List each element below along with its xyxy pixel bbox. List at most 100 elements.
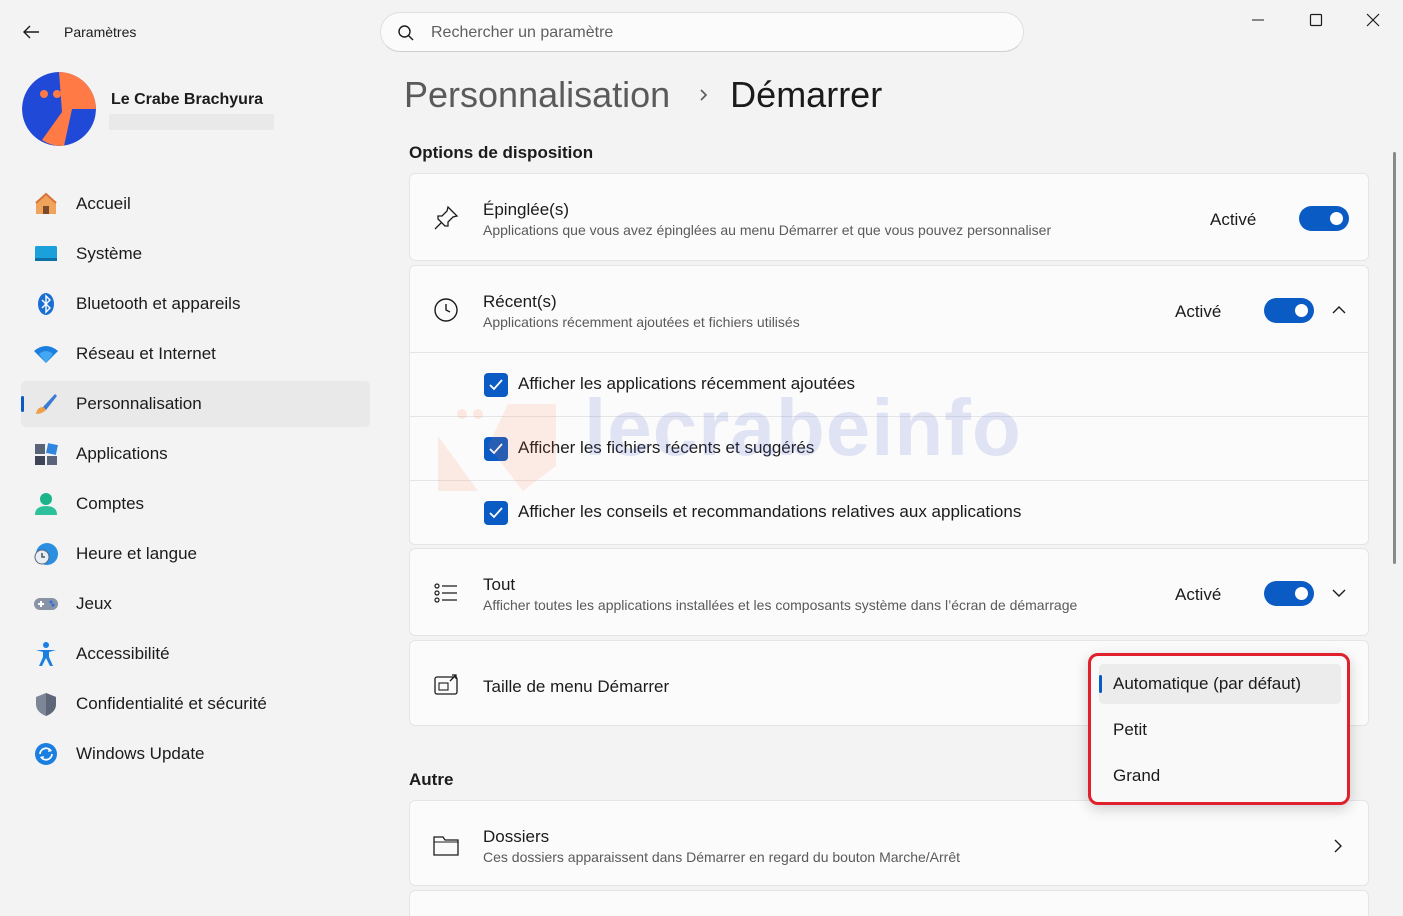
recent-option-row[interactable]: Afficher les applications récemment ajou…	[409, 353, 1369, 417]
pinned-title: Épinglée(s)	[483, 200, 569, 219]
sidebar-nav: Accueil Système Bluetooth et appareils R…	[21, 181, 370, 781]
shield-icon	[33, 691, 59, 717]
pinned-subtitle: Applications que vous avez épinglées au …	[483, 222, 1052, 238]
back-button[interactable]	[18, 20, 44, 44]
option-label: Grand	[1113, 766, 1161, 785]
pinned-state: Activé	[1210, 210, 1257, 229]
sidebar-item-windows-update[interactable]: Windows Update	[21, 731, 370, 777]
all-setting-card[interactable]: Tout Afficher toutes les applications in…	[409, 548, 1369, 636]
folder-icon	[433, 836, 459, 856]
sidebar-item-label: Réseau et Internet	[76, 344, 216, 363]
page-title: Démarrer	[730, 74, 883, 115]
menu-size-option-auto[interactable]: Automatique (par défaut)	[1099, 664, 1341, 704]
breadcrumb-parent[interactable]: Personnalisation	[404, 74, 670, 116]
menu-size-title: Taille de menu Démarrer	[483, 677, 670, 696]
user-email-redacted	[109, 114, 274, 130]
clock-icon	[434, 298, 458, 322]
folders-subtitle: Ces dossiers apparaissent dans Démarrer …	[483, 849, 961, 865]
sidebar-item-reseau[interactable]: Réseau et Internet	[21, 331, 370, 377]
breadcrumb: Personnalisation Démarrer	[404, 72, 882, 118]
sidebar-item-label: Personnalisation	[76, 394, 202, 413]
checkbox-recent-files[interactable]	[484, 437, 508, 461]
sidebar-item-label: Système	[76, 244, 143, 263]
sidebar-item-label: Accessibilité	[76, 644, 170, 663]
sidebar-item-confidentialite[interactable]: Confidentialité et sécurité	[21, 681, 370, 727]
minimize-icon	[1252, 19, 1264, 21]
all-toggle[interactable]	[1264, 581, 1314, 606]
user-name: Le Crabe Brachyura	[111, 91, 264, 108]
all-title: Tout	[483, 575, 516, 594]
checkmark-icon	[489, 379, 503, 391]
recent-state: Activé	[1175, 302, 1222, 321]
checkmark-icon	[489, 443, 503, 455]
gamepad-icon	[33, 591, 59, 617]
option-label: Automatique (par défaut)	[1113, 674, 1302, 693]
recent-option-label: Afficher les applications récemment ajou…	[518, 374, 856, 393]
sidebar-item-systeme[interactable]: Système	[21, 231, 370, 277]
checkmark-icon	[489, 507, 503, 519]
all-state: Activé	[1175, 585, 1222, 604]
recent-subtitle: Applications récemment ajoutées et fichi…	[483, 314, 800, 330]
menu-size-option-small[interactable]: Petit	[1099, 710, 1341, 750]
sidebar-item-label: Heure et langue	[76, 544, 197, 563]
chevron-right-icon	[700, 89, 708, 101]
pinned-setting-card: Épinglée(s) Applications que vous avez é…	[409, 173, 1369, 261]
pin-icon	[434, 205, 459, 230]
sidebar-item-label: Confidentialité et sécurité	[76, 694, 267, 713]
checkbox-recommendations[interactable]	[484, 501, 508, 525]
chevron-down-icon[interactable]	[1330, 587, 1348, 599]
sidebar-item-applications[interactable]: Applications	[21, 431, 370, 477]
sidebar-item-comptes[interactable]: Comptes	[21, 481, 370, 527]
recent-setting-card[interactable]: Récent(s) Applications récemment ajoutée…	[409, 265, 1369, 353]
avatar[interactable]	[22, 72, 96, 146]
chevron-up-icon[interactable]	[1330, 304, 1348, 316]
next-card-partial[interactable]	[409, 890, 1369, 916]
sidebar-item-label: Bluetooth et appareils	[76, 294, 241, 313]
sidebar-item-personnalisation[interactable]: Personnalisation	[21, 381, 370, 427]
menu-size-dropdown[interactable]: Automatique (par défaut) Petit Grand	[1088, 653, 1350, 805]
search-icon	[398, 25, 414, 41]
recent-option-row[interactable]: Afficher les conseils et recommandations…	[409, 481, 1369, 545]
pinned-toggle[interactable]	[1299, 206, 1349, 231]
search-box[interactable]	[380, 12, 1024, 52]
home-icon	[33, 191, 59, 217]
minimize-button[interactable]	[1246, 12, 1270, 28]
accessibility-icon	[33, 641, 59, 667]
sidebar-item-jeux[interactable]: Jeux	[21, 581, 370, 627]
back-arrow-icon	[23, 25, 39, 39]
update-icon	[33, 741, 59, 767]
resize-window-icon	[434, 674, 458, 695]
sidebar-item-label: Accueil	[76, 194, 131, 213]
account-icon	[33, 491, 59, 517]
checkbox-recent-apps[interactable]	[484, 373, 508, 397]
menu-size-option-large[interactable]: Grand	[1099, 756, 1341, 796]
app-title: Paramètres	[64, 24, 137, 40]
sidebar-item-accessibilite[interactable]: Accessibilité	[21, 631, 370, 677]
system-icon	[33, 241, 59, 267]
search-input[interactable]	[431, 21, 991, 45]
recent-option-row[interactable]: Afficher les fichiers récents et suggéré…	[409, 417, 1369, 481]
maximize-button[interactable]	[1304, 12, 1328, 28]
folders-card[interactable]: Dossiers Ces dossiers apparaissent dans …	[409, 800, 1369, 886]
recent-title: Récent(s)	[483, 292, 557, 311]
recent-toggle[interactable]	[1264, 298, 1314, 323]
sidebar-item-heure-langue[interactable]: Heure et langue	[21, 531, 370, 577]
bluetooth-icon	[33, 291, 59, 317]
sidebar-item-bluetooth[interactable]: Bluetooth et appareils	[21, 281, 370, 327]
list-icon	[434, 583, 457, 603]
sidebar-item-label: Windows Update	[76, 744, 205, 763]
apps-icon	[33, 441, 59, 467]
scrollbar[interactable]	[1393, 152, 1396, 564]
brush-icon	[33, 391, 59, 417]
sidebar-item-label: Applications	[76, 444, 168, 463]
option-label: Petit	[1113, 720, 1148, 739]
sidebar-item-label: Jeux	[76, 594, 112, 613]
section-heading-other: Autre	[409, 770, 454, 789]
close-button[interactable]	[1361, 12, 1385, 28]
folders-title: Dossiers	[483, 827, 550, 846]
time-language-icon	[33, 541, 59, 567]
chevron-right-icon	[1334, 839, 1342, 853]
sidebar-item-accueil[interactable]: Accueil	[21, 181, 370, 227]
section-heading-layout: Options de disposition	[409, 143, 594, 162]
sidebar-item-label: Comptes	[76, 494, 145, 513]
